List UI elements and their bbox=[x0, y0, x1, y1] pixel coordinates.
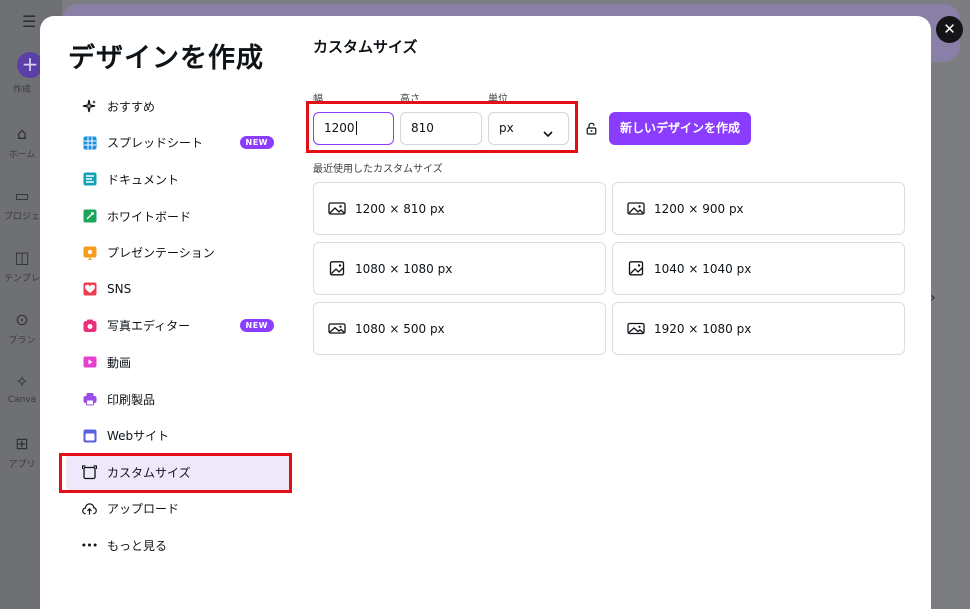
square-image-icon bbox=[627, 261, 645, 276]
printer-icon bbox=[82, 392, 97, 407]
highlight-box-size-inputs bbox=[306, 101, 578, 153]
close-icon: ✕ bbox=[943, 20, 956, 38]
rail-label: ホーム bbox=[8, 150, 36, 160]
more-icon bbox=[82, 538, 97, 553]
category-label: もっと見る bbox=[107, 538, 168, 553]
category-label: スプレッドシート bbox=[107, 136, 204, 151]
recent-size-label: 1080 × 500 px bbox=[355, 321, 445, 336]
spreadsheet-icon bbox=[82, 135, 97, 150]
heart-icon bbox=[82, 282, 97, 297]
folder-icon: ▭ bbox=[14, 186, 30, 205]
apps-icon: ⊞ bbox=[15, 434, 29, 453]
category-item-photo-editor[interactable]: 写真エディター NEW bbox=[66, 308, 292, 345]
menu-icon: ☰ bbox=[22, 12, 37, 31]
presentation-icon bbox=[82, 245, 97, 260]
rail-label: ブラン bbox=[8, 336, 36, 346]
rail-label: 作成 bbox=[12, 85, 31, 95]
document-icon bbox=[82, 172, 97, 187]
new-badge: NEW bbox=[239, 318, 274, 332]
category-item-sns[interactable]: SNS bbox=[66, 271, 292, 308]
rail-item-apps: ⊞ アプリ bbox=[0, 434, 44, 470]
dialog-title: デザインを作成 bbox=[68, 43, 264, 74]
rail-item-brand: ⊙ ブラン bbox=[0, 310, 44, 346]
category-label: プレゼンテーション bbox=[107, 246, 215, 261]
sparkle-icon bbox=[82, 99, 97, 114]
category-item-upload[interactable]: アップロード bbox=[66, 491, 292, 528]
brand-icon: ⊙ bbox=[15, 310, 29, 329]
category-label: おすすめ bbox=[107, 99, 156, 114]
landscape-image-icon bbox=[627, 321, 645, 336]
recent-sizes-grid: 1200 × 810 px 1200 × 900 px 1080 × 1080 … bbox=[313, 182, 905, 355]
rail-label: Canva bbox=[7, 395, 37, 405]
lock-icon[interactable] bbox=[586, 120, 597, 139]
rail-item-create: 作成 bbox=[0, 82, 44, 95]
section-title: カスタムサイズ bbox=[313, 38, 418, 56]
rail-item-projects: ▭ プロジェ bbox=[0, 186, 44, 222]
sparkle-icon: ✧ bbox=[15, 372, 29, 391]
template-icon: ◫ bbox=[14, 248, 30, 267]
recent-size-card[interactable]: 1040 × 1040 px bbox=[612, 242, 905, 295]
new-badge: NEW bbox=[239, 135, 274, 149]
video-icon bbox=[82, 355, 97, 370]
category-label: 写真エディター bbox=[107, 319, 191, 334]
recent-sizes-label: 最近使用したカスタムサイズ bbox=[313, 164, 443, 175]
category-label: アップロード bbox=[107, 502, 180, 517]
create-design-dialog: デザインを作成 おすすめ スプレッドシート NEW ドキュメント ホワイトボード bbox=[40, 16, 931, 609]
whiteboard-icon bbox=[82, 209, 97, 224]
highlight-box-custom-size bbox=[59, 453, 292, 493]
recent-size-label: 1040 × 1040 px bbox=[654, 261, 752, 276]
category-item-document[interactable]: ドキュメント bbox=[66, 161, 292, 198]
recent-size-label: 1920 × 1080 px bbox=[654, 321, 752, 336]
category-label: SNS bbox=[107, 282, 132, 297]
category-item-presentation[interactable]: プレゼンテーション bbox=[66, 234, 292, 271]
rail-item-canva-ai: ✧ Canva bbox=[0, 372, 44, 405]
square-image-icon bbox=[328, 261, 346, 276]
category-item-more[interactable]: もっと見る bbox=[66, 527, 292, 564]
rail-item-home: ⌂ ホーム bbox=[0, 124, 44, 160]
rail-label: テンプレ bbox=[4, 274, 40, 284]
category-label: 動画 bbox=[107, 355, 132, 370]
category-item-whiteboard[interactable]: ホワイトボード bbox=[66, 198, 292, 235]
recent-size-card[interactable]: 1200 × 900 px bbox=[612, 182, 905, 235]
recent-size-card[interactable]: 1200 × 810 px bbox=[313, 182, 606, 235]
upload-cloud-icon bbox=[82, 501, 97, 516]
category-item-print[interactable]: 印刷製品 bbox=[66, 381, 292, 418]
landscape-image-icon bbox=[328, 201, 346, 216]
category-label: ホワイトボード bbox=[107, 209, 192, 224]
category-item-website[interactable]: Webサイト bbox=[66, 417, 292, 454]
landscape-image-icon bbox=[627, 201, 645, 216]
recent-size-label: 1200 × 900 px bbox=[654, 201, 744, 216]
category-item-video[interactable]: 動画 bbox=[66, 344, 292, 381]
recent-size-card[interactable]: 1920 × 1080 px bbox=[612, 302, 905, 355]
category-label: ドキュメント bbox=[107, 172, 180, 187]
home-icon: ⌂ bbox=[16, 124, 28, 143]
recent-size-card[interactable]: 1080 × 1080 px bbox=[313, 242, 606, 295]
rail-item-templates: ◫ テンプレ bbox=[0, 248, 44, 284]
recent-size-label: 1200 × 810 px bbox=[355, 201, 445, 216]
recent-size-label: 1080 × 1080 px bbox=[355, 261, 453, 276]
camera-icon bbox=[82, 318, 97, 333]
rail-label: アプリ bbox=[8, 460, 36, 470]
category-label: 印刷製品 bbox=[107, 392, 156, 407]
website-icon bbox=[82, 428, 97, 443]
category-item-spreadsheet[interactable]: スプレッドシート NEW bbox=[66, 125, 292, 162]
close-button[interactable]: ✕ bbox=[936, 16, 963, 43]
category-label: Webサイト bbox=[107, 429, 170, 444]
recent-size-card[interactable]: 1080 × 500 px bbox=[313, 302, 606, 355]
landscape-image-icon bbox=[328, 321, 346, 336]
create-new-design-button[interactable]: 新しいデザインを作成 bbox=[609, 112, 751, 145]
rail-label: プロジェ bbox=[3, 212, 40, 222]
category-item-recommended[interactable]: おすすめ bbox=[66, 88, 292, 125]
